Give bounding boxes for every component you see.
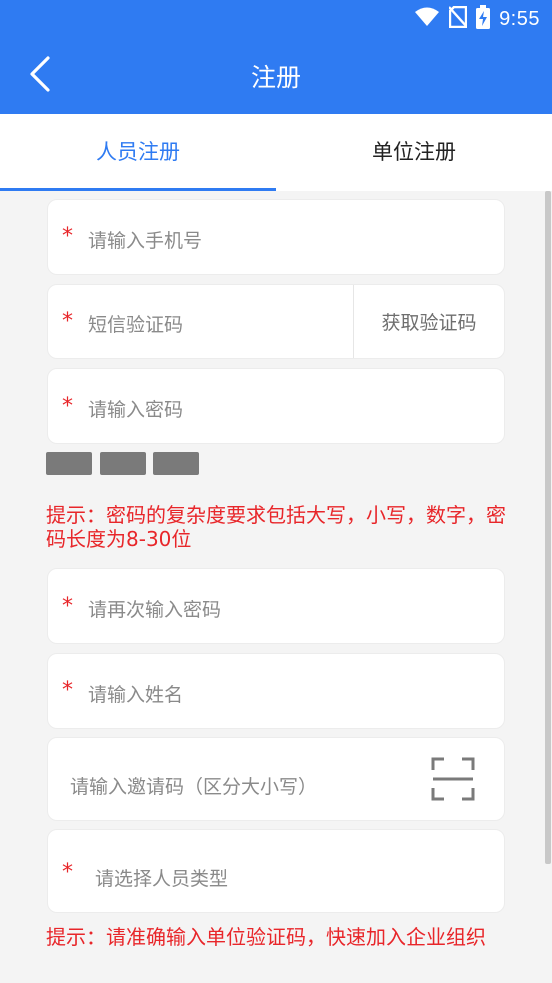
- name-placeholder: 请输入姓名: [88, 684, 184, 706]
- app-bar: 注册: [0, 38, 552, 114]
- password-strength-segment: [153, 452, 199, 475]
- status-icons: 9:55: [414, 5, 540, 33]
- sms-code-placeholder: 短信验证码: [88, 314, 184, 336]
- no-sim-icon: [448, 5, 468, 32]
- sms-code-field[interactable]: * 短信验证码 获取验证码: [47, 284, 505, 359]
- get-code-button[interactable]: 获取验证码: [354, 285, 504, 358]
- battery-charging-icon: [476, 5, 491, 33]
- required-mark: *: [62, 678, 73, 703]
- person-type-placeholder: 请选择人员类型: [95, 868, 229, 890]
- password-strength-segment: [100, 452, 146, 475]
- confirm-password-placeholder: 请再次输入密码: [88, 599, 222, 621]
- page-title: 注册: [250, 63, 301, 92]
- confirm-password-field[interactable]: * 请再次输入密码: [47, 568, 505, 644]
- password-strength-segment: [46, 452, 92, 475]
- tab-personal-registration[interactable]: 人员注册: [0, 114, 276, 191]
- phone-field[interactable]: * 请输入手机号: [47, 199, 505, 275]
- status-time: 9:55: [499, 7, 540, 30]
- wifi-icon: [414, 7, 440, 31]
- name-field[interactable]: * 请输入姓名: [47, 653, 505, 729]
- invite-code-placeholder: 请输入邀请码（区分大小写）: [70, 776, 318, 798]
- required-mark: *: [62, 309, 73, 334]
- person-type-select[interactable]: * 请选择人员类型: [47, 829, 505, 913]
- tab-unit-registration[interactable]: 单位注册: [276, 114, 552, 191]
- password-field[interactable]: * 请输入密码: [47, 368, 505, 444]
- required-mark: *: [62, 224, 73, 249]
- status-bar: 9:55: [0, 0, 552, 38]
- required-mark: *: [62, 394, 73, 419]
- phone-placeholder: 请输入手机号: [88, 230, 203, 252]
- password-hint: 提示：密码的复杂度要求包括大写，小写，数字，密码长度为8-30位: [46, 503, 506, 551]
- password-placeholder: 请输入密码: [88, 399, 184, 421]
- required-mark: *: [62, 594, 73, 619]
- required-mark: *: [62, 860, 73, 885]
- tab-bar: 人员注册 单位注册: [0, 114, 552, 191]
- scrollbar[interactable]: [545, 191, 551, 864]
- scan-icon[interactable]: [430, 756, 476, 802]
- unit-code-hint: 提示：请准确输入单位验证码，快速加入企业组织: [46, 925, 486, 949]
- invite-code-field[interactable]: 请输入邀请码（区分大小写）: [47, 737, 505, 821]
